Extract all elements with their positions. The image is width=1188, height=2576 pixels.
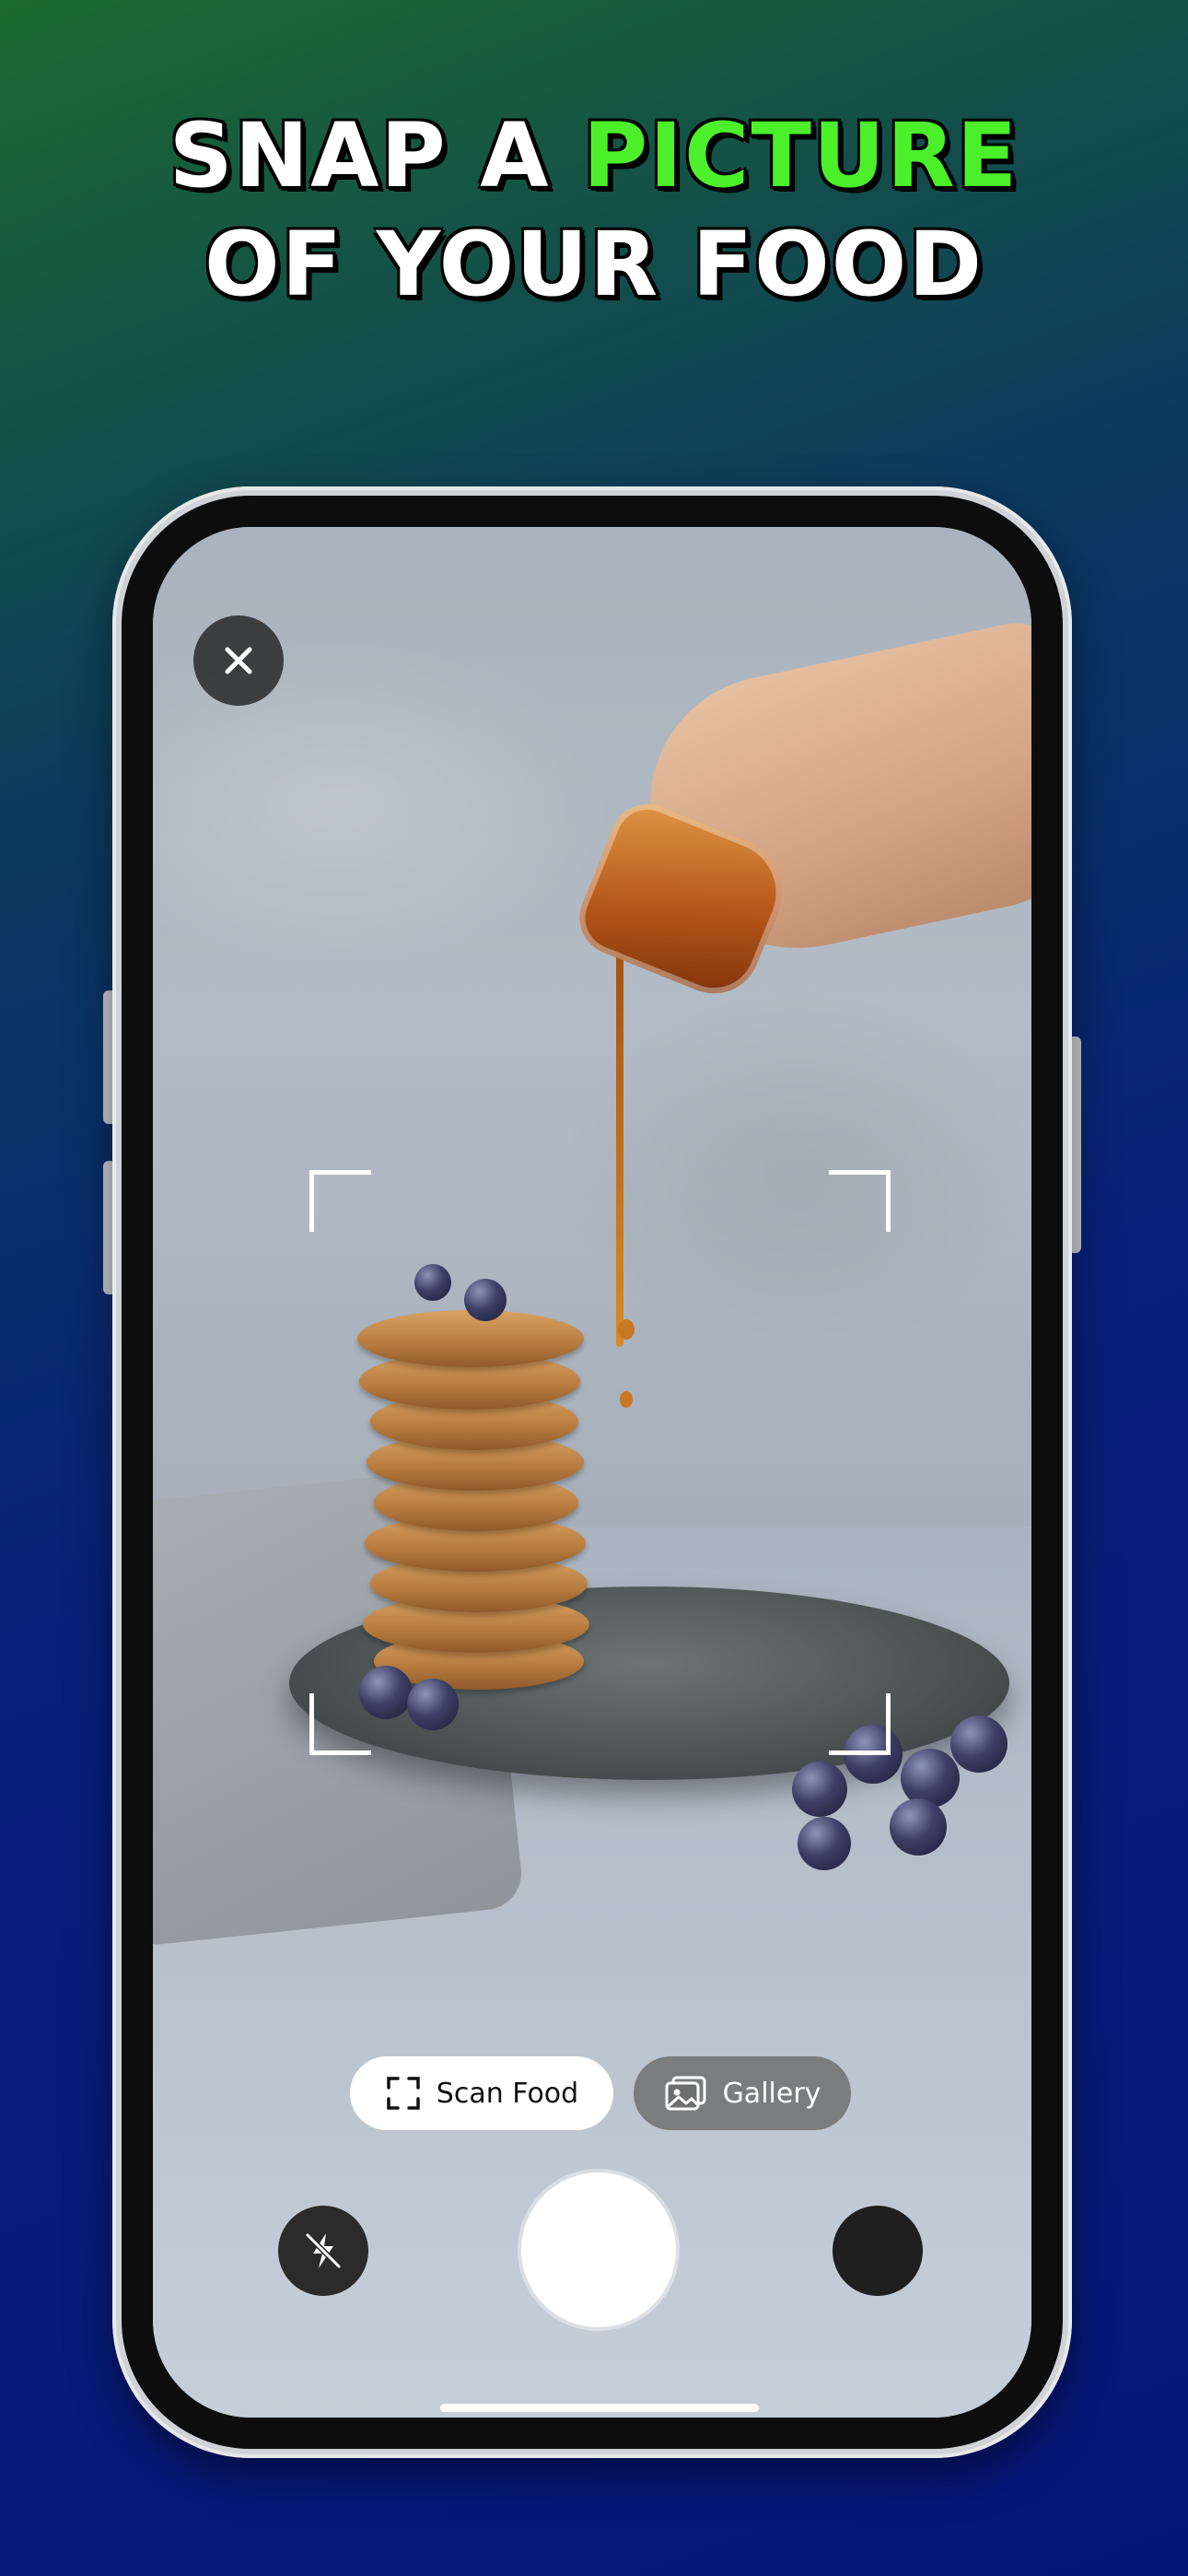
home-indicator bbox=[440, 2404, 759, 2412]
camera-switch-button[interactable] bbox=[833, 2206, 923, 2296]
camera-screen: Scan Food Gallery bbox=[153, 527, 1031, 2418]
headline-accent: PICTURE bbox=[582, 104, 1019, 207]
close-button[interactable] bbox=[193, 615, 284, 706]
headline-prefix: SNAP A bbox=[169, 104, 583, 207]
pancake bbox=[357, 1310, 584, 1367]
flash-off-icon bbox=[305, 2232, 342, 2269]
headline: SNAP A PICTURE OF YOUR FOOD bbox=[0, 101, 1188, 319]
gallery-button[interactable]: Gallery bbox=[634, 2056, 851, 2130]
grape bbox=[798, 1817, 851, 1870]
scan-food-label: Scan Food bbox=[436, 2077, 579, 2110]
grape bbox=[792, 1762, 847, 1817]
scan-frame-corner-bottom-right bbox=[829, 1693, 891, 1755]
gallery-label: Gallery bbox=[722, 2077, 821, 2110]
scan-frame-icon bbox=[387, 2077, 420, 2110]
grape bbox=[890, 1798, 947, 1856]
blueberry bbox=[407, 1679, 459, 1730]
scan-food-button[interactable]: Scan Food bbox=[350, 2056, 613, 2130]
flash-toggle-button[interactable] bbox=[278, 2206, 368, 2296]
close-icon bbox=[225, 647, 252, 674]
headline-line-2: OF YOUR FOOD bbox=[204, 213, 984, 316]
grape bbox=[950, 1715, 1007, 1773]
scan-frame-corner-top-left bbox=[309, 1170, 371, 1232]
gallery-image-icon bbox=[665, 2076, 706, 2111]
syrup-drop bbox=[618, 1319, 635, 1340]
blueberry bbox=[414, 1264, 451, 1301]
scan-frame-corner-top-right bbox=[829, 1170, 891, 1232]
syrup-drop bbox=[620, 1391, 633, 1408]
blueberry bbox=[464, 1279, 507, 1321]
headline-line-1: SNAP A PICTURE bbox=[0, 101, 1188, 210]
syrup-stream bbox=[616, 914, 623, 1347]
shutter-button[interactable] bbox=[521, 2172, 676, 2327]
scan-frame-corner-bottom-left bbox=[309, 1693, 371, 1755]
